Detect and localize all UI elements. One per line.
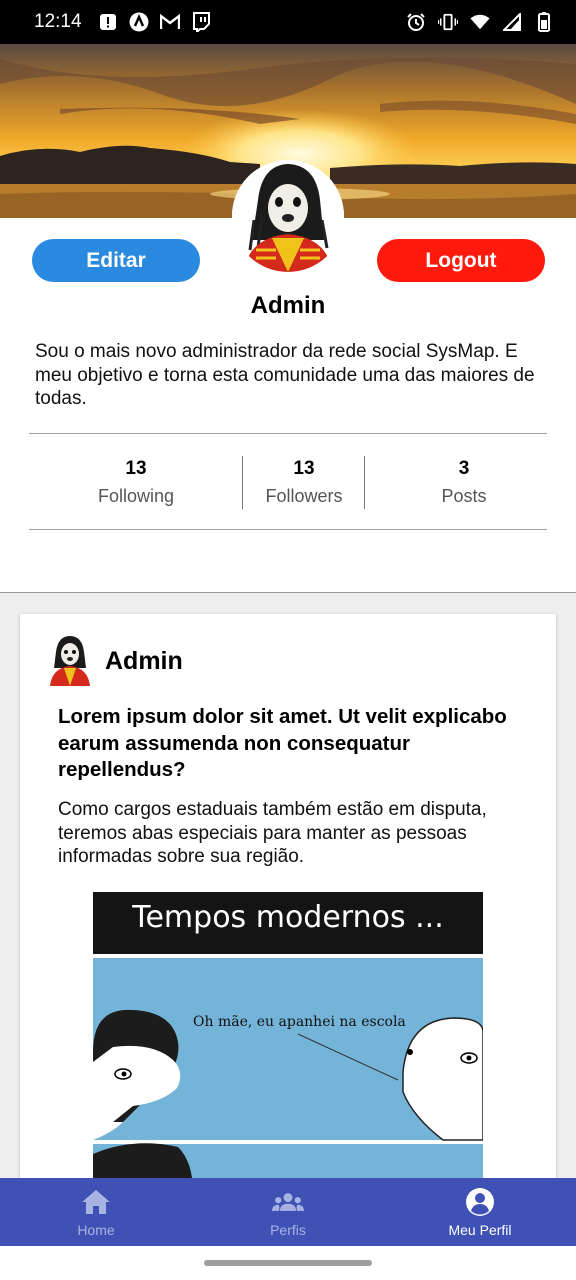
twitch-icon xyxy=(191,12,211,32)
stat-followers[interactable]: 13 Followers xyxy=(243,434,365,531)
gmail-icon xyxy=(159,12,180,32)
stat-followers-label: Followers xyxy=(265,486,343,506)
comic-speech: Oh mãe, eu apanhei na escola xyxy=(193,1014,406,1030)
edit-profile-button[interactable]: Editar xyxy=(32,239,200,282)
post-author-avatar[interactable] xyxy=(48,634,92,686)
signal-icon xyxy=(502,12,522,32)
stat-following-label: Following xyxy=(97,486,175,506)
home-icon xyxy=(80,1188,112,1216)
stat-posts-value: 3 xyxy=(458,458,470,479)
gesture-area xyxy=(0,1246,576,1280)
logout-button[interactable]: Logout xyxy=(377,239,545,282)
alarm-icon xyxy=(406,12,426,32)
app-a-icon xyxy=(129,12,149,32)
account-circle-icon xyxy=(464,1188,496,1216)
profile-avatar[interactable] xyxy=(232,160,344,272)
nav-meu-perfil-label: Meu Perfil xyxy=(448,1222,512,1238)
profile-name: Admin xyxy=(250,292,326,319)
battery-icon xyxy=(534,12,554,32)
alert-icon xyxy=(98,12,118,32)
post-card[interactable]: Admin Lorem ipsum dolor sit amet. Ut vel… xyxy=(20,614,556,1214)
stat-following-value: 13 xyxy=(125,458,147,479)
comic-heading: Tempos modernos ... xyxy=(132,900,444,935)
post-author-name[interactable]: Admin xyxy=(105,647,183,676)
profile-stats: 13 Following 13 Followers 3 Posts xyxy=(29,433,547,530)
status-time: 12:14 xyxy=(34,11,82,32)
gesture-bar[interactable] xyxy=(204,1260,372,1266)
nav-perfis[interactable]: Perfis xyxy=(192,1178,384,1246)
post-image[interactable]: Tempos modernos ... Oh mãe, eu apanhei n… xyxy=(93,892,483,1192)
bottom-navigation: Home Perfis Meu Perfil xyxy=(0,1178,576,1246)
nav-perfis-label: Perfis xyxy=(270,1222,306,1238)
wifi-icon xyxy=(470,12,490,32)
stat-posts[interactable]: 3 Posts xyxy=(365,434,563,531)
status-bar: 12:14 xyxy=(0,0,576,44)
nav-home-label: Home xyxy=(77,1222,115,1238)
profile-bio: Sou o mais novo administrador da rede so… xyxy=(35,341,535,409)
stat-posts-label: Posts xyxy=(441,486,487,506)
vibrate-icon xyxy=(438,12,458,32)
people-icon xyxy=(272,1188,304,1216)
nav-meu-perfil[interactable]: Meu Perfil xyxy=(384,1178,576,1246)
stat-following[interactable]: 13 Following xyxy=(29,434,243,531)
nav-home[interactable]: Home xyxy=(0,1178,192,1246)
post-title: Lorem ipsum dolor sit amet. Ut velit exp… xyxy=(58,705,507,781)
stat-followers-value: 13 xyxy=(293,458,315,479)
post-body: Como cargos estaduais também estão em di… xyxy=(58,799,487,867)
